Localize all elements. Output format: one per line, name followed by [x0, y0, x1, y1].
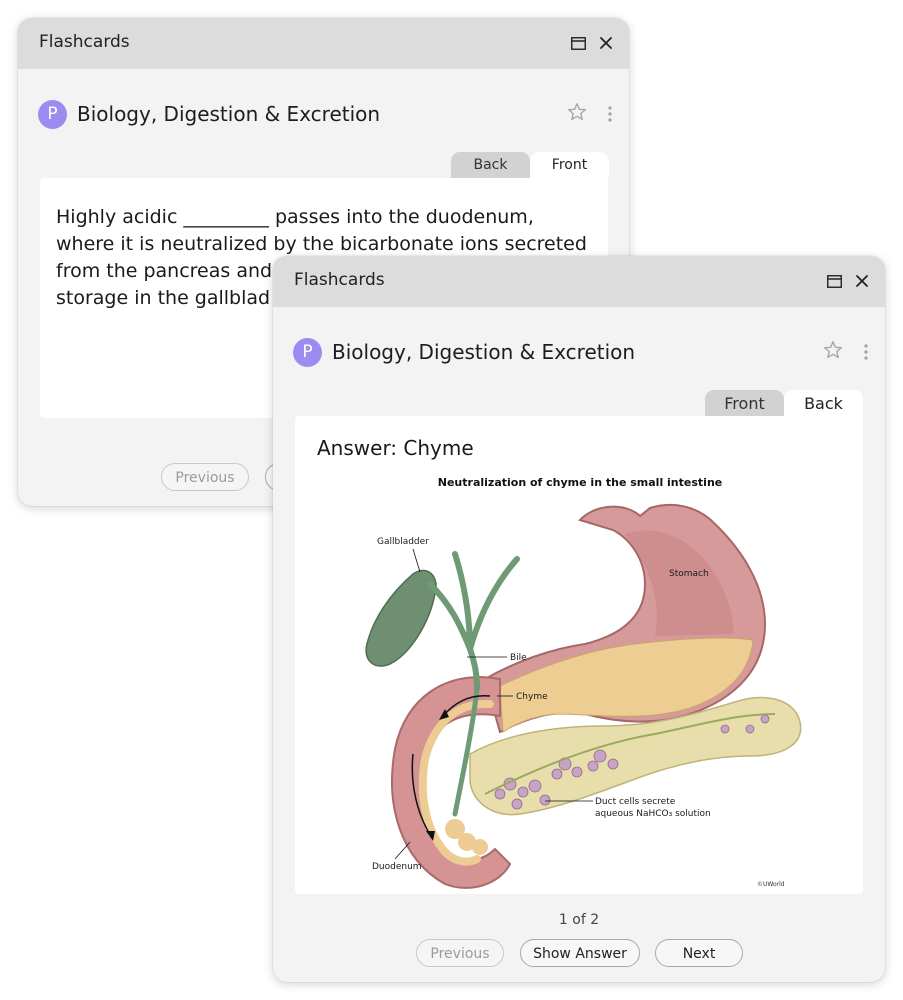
deck-header: P Biology, Digestion & Excretion	[38, 100, 613, 134]
deck-title: Biology, Digestion & Excretion	[332, 340, 636, 364]
digestion-illustration: Neutralization of chyme in the small int…	[365, 476, 802, 889]
title-bar: Flashcards	[273, 256, 885, 307]
label-chyme: Chyme	[516, 692, 548, 702]
maximize-icon[interactable]	[827, 275, 842, 288]
figure-title: Neutralization of chyme in the small int…	[438, 476, 722, 489]
tab-front[interactable]: Front	[705, 390, 784, 416]
label-gallbladder: Gallbladder	[377, 537, 429, 547]
label-duct-cells: Duct cells secrete	[595, 797, 676, 807]
next-button[interactable]: Next	[655, 939, 743, 967]
tab-front[interactable]: Front	[530, 152, 609, 178]
maximize-icon[interactable]	[571, 37, 586, 50]
title-bar: Flashcards	[18, 18, 629, 69]
deck-header: P Biology, Digestion & Excretion	[293, 338, 869, 372]
label-duodenum: Duodenum	[372, 862, 422, 872]
card-side-tabs: Front Back	[705, 390, 863, 416]
answer-text: Answer: Chyme	[317, 436, 474, 460]
flashcards-window: Flashcards P Biology, Digestion & Excret…	[273, 256, 885, 982]
question-line: where it is neutralized by the bicarbona…	[56, 233, 587, 255]
window-title: Flashcards	[294, 270, 385, 290]
figure-credit: ©UWorld	[757, 881, 785, 888]
more-vertical-icon[interactable]	[863, 343, 869, 361]
close-icon[interactable]	[599, 36, 613, 50]
window-title: Flashcards	[39, 32, 130, 52]
tab-back[interactable]: Back	[451, 152, 530, 178]
card-side-tabs: Back Front	[451, 152, 609, 178]
previous-button[interactable]: Previous	[161, 463, 249, 491]
previous-button[interactable]: Previous	[416, 939, 504, 967]
show-answer-button[interactable]: Show Answer	[520, 939, 640, 967]
close-icon[interactable]	[855, 274, 869, 288]
avatar: P	[293, 338, 322, 367]
label-nahco3: aqueous NaHCO₃ solution	[595, 809, 711, 819]
question-line: Highly acidic _________ passes into the …	[56, 206, 534, 228]
more-vertical-icon[interactable]	[607, 105, 613, 123]
flashcard: Answer: Chyme Neutralization of chyme in…	[295, 416, 863, 894]
gallbladder-leader	[412, 548, 421, 573]
avatar: P	[38, 100, 67, 129]
deck-title: Biology, Digestion & Excretion	[77, 102, 381, 126]
label-bile: Bile	[510, 653, 527, 663]
label-stomach: Stomach	[669, 569, 709, 579]
star-icon[interactable]	[823, 340, 843, 360]
tab-back[interactable]: Back	[784, 390, 863, 416]
card-counter: 1 of 2	[558, 912, 600, 928]
star-icon[interactable]	[567, 102, 587, 122]
